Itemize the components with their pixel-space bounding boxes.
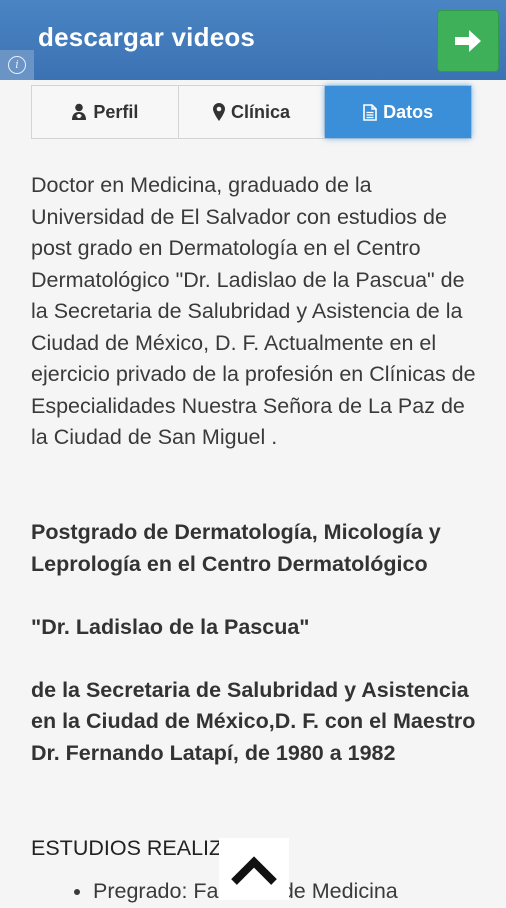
tab-clinica[interactable]: Clínica [178, 86, 326, 138]
map-marker-icon [212, 103, 225, 121]
postgrad-line: Postgrado de Dermatología, Micología y L… [31, 520, 441, 576]
ad-banner[interactable]: descargar videos i [0, 0, 506, 80]
bio-paragraph: Doctor en Medicina, graduado de la Unive… [31, 173, 476, 449]
postgrad-block: Postgrado de Dermatología, Micología y L… [31, 486, 481, 801]
arrow-right-icon [455, 30, 481, 52]
go-button[interactable] [437, 10, 499, 72]
tab-bar: Perfil Clínica Datos [31, 85, 472, 139]
tab-clinica-label: Clínica [230, 101, 291, 122]
file-icon [363, 103, 377, 121]
info-icon[interactable]: i [0, 50, 34, 80]
chevron-up-icon [231, 856, 277, 885]
user-md-icon [72, 103, 87, 120]
doctor-data-content: Doctor en Medicina, graduado de la Unive… [31, 170, 481, 908]
tab-perfil-label: Perfil [93, 101, 139, 122]
tab-datos-label: Datos [383, 101, 434, 122]
scroll-top-button[interactable] [219, 838, 289, 900]
info-glyph: i [8, 56, 26, 74]
tab-datos[interactable]: Datos [325, 86, 472, 138]
tab-perfil[interactable]: Perfil [32, 86, 179, 138]
postgrad-line: de la Secretaria de Salubridad y Asisten… [31, 677, 476, 765]
banner-title[interactable]: descargar videos [38, 22, 255, 53]
postgrad-line: "Dr. Ladislao de la Pascua" [31, 614, 310, 639]
